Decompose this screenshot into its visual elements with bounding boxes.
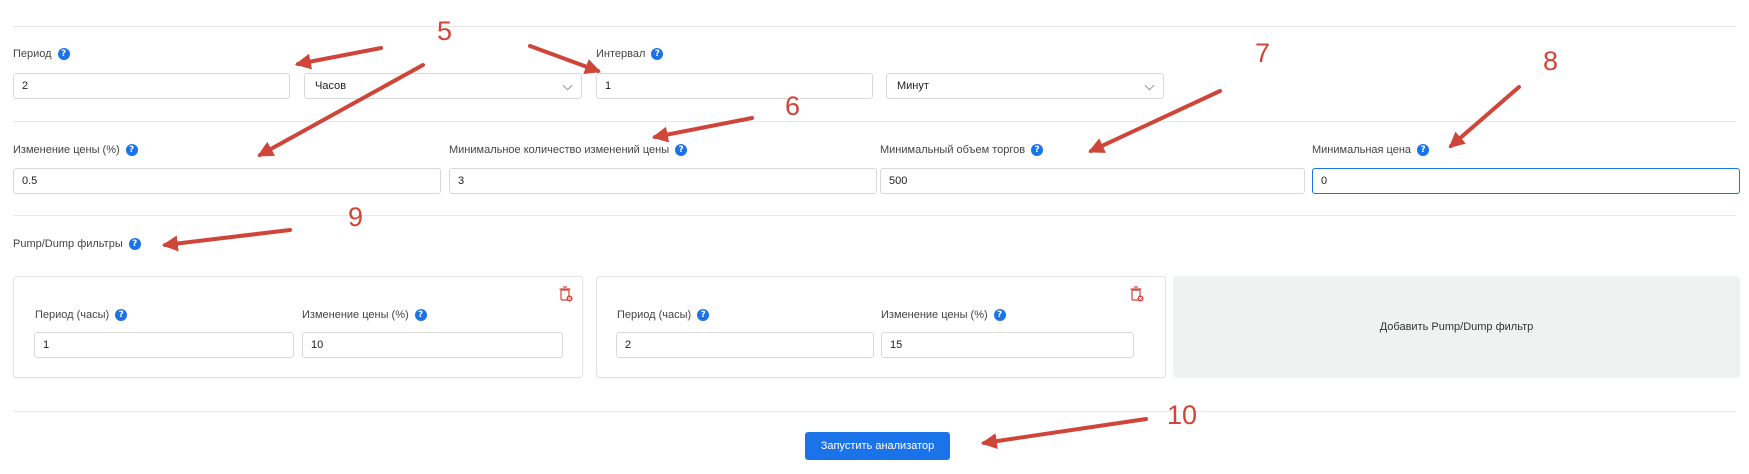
chevron-down-icon — [562, 80, 573, 91]
min-price-input[interactable]: 0 — [1312, 168, 1740, 194]
divider-3 — [13, 411, 1736, 412]
annotation-arrows — [161, 44, 1521, 450]
period-input[interactable]: 2 — [13, 73, 290, 99]
min-price-help-icon[interactable]: ? — [1417, 144, 1430, 156]
annotation-arrow-9 — [161, 228, 292, 252]
pump-dump-title: Pump/Dump фильтры ? — [13, 238, 141, 250]
interval-help-icon[interactable]: ? — [651, 48, 664, 60]
interval-label: Интервал ? — [596, 48, 664, 60]
annotation-number-6: 6 — [785, 91, 801, 121]
annotation-number-7: 7 — [1255, 38, 1271, 68]
filter-change-help-icon[interactable]: ? — [993, 309, 1006, 321]
annotation-arrow-8 — [1448, 85, 1521, 149]
min-volume-help-icon[interactable]: ? — [1031, 144, 1044, 156]
min-changes-label: Минимальное количество изменений цены ? — [449, 144, 688, 156]
annotation-number-8: 8 — [1543, 46, 1559, 76]
annotation-number-9: 9 — [348, 202, 364, 232]
price-change-help-icon[interactable]: ? — [125, 144, 138, 156]
annotation-arrow-5c — [528, 44, 602, 75]
interval-unit-select[interactable]: Минут — [886, 73, 1164, 99]
divider-2 — [13, 215, 1736, 216]
annotation-number-10: 10 — [1167, 400, 1198, 430]
divider-top — [13, 26, 1736, 27]
pump-dump-filter-card: Период (часы) ? 2 Изменение цены (%) ? 1… — [596, 276, 1166, 378]
analyzer-settings-page: Период ? 2 Часов Интервал ? 1 Минут Изме… — [0, 0, 1749, 474]
filter-period-help-icon[interactable]: ? — [697, 309, 710, 321]
filter-period-label: Период (часы) ? — [617, 309, 710, 321]
trash-icon[interactable] — [1130, 286, 1144, 302]
min-changes-help-icon[interactable]: ? — [675, 144, 688, 156]
period-unit-value: Часов — [315, 80, 347, 92]
price-change-input[interactable]: 0.5 — [13, 168, 441, 194]
period-label: Период ? — [13, 48, 70, 60]
filter-period-input[interactable]: 2 — [616, 332, 874, 358]
filter-period-label: Период (часы) ? — [35, 309, 128, 321]
filter-change-help-icon[interactable]: ? — [414, 309, 427, 321]
trash-icon[interactable] — [559, 286, 573, 302]
min-price-label: Минимальная цена ? — [1312, 144, 1430, 156]
min-volume-label: Минимальный объем торгов ? — [880, 144, 1044, 156]
min-volume-input[interactable]: 500 — [880, 168, 1305, 194]
interval-input[interactable]: 1 — [596, 73, 873, 99]
annotation-number-5: 5 — [437, 16, 453, 46]
pump-dump-help-icon[interactable]: ? — [128, 238, 141, 250]
price-change-label: Изменение цены (%) ? — [13, 144, 138, 156]
filter-change-input[interactable]: 10 — [302, 332, 563, 358]
period-unit-select[interactable]: Часов — [304, 73, 582, 99]
annotation-arrow-10 — [980, 417, 1148, 450]
annotation-arrow-5a — [294, 46, 383, 70]
run-analyzer-button[interactable]: Запустить анализатор — [805, 432, 950, 460]
filter-period-help-icon[interactable]: ? — [115, 309, 128, 321]
filter-change-input[interactable]: 15 — [881, 332, 1134, 358]
add-pump-dump-filter-button[interactable]: Добавить Pump/Dump фильтр — [1173, 276, 1740, 378]
period-help-icon[interactable]: ? — [57, 48, 70, 60]
interval-unit-value: Минут — [897, 80, 929, 92]
filter-change-label: Изменение цены (%) ? — [302, 309, 427, 321]
min-changes-input[interactable]: 3 — [449, 168, 877, 194]
filter-period-input[interactable]: 1 — [34, 332, 294, 358]
divider-1 — [13, 121, 1736, 122]
filter-change-label: Изменение цены (%) ? — [881, 309, 1006, 321]
chevron-down-icon — [1144, 80, 1155, 91]
pump-dump-filter-card: Период (часы) ? 1 Изменение цены (%) ? 1… — [13, 276, 583, 378]
